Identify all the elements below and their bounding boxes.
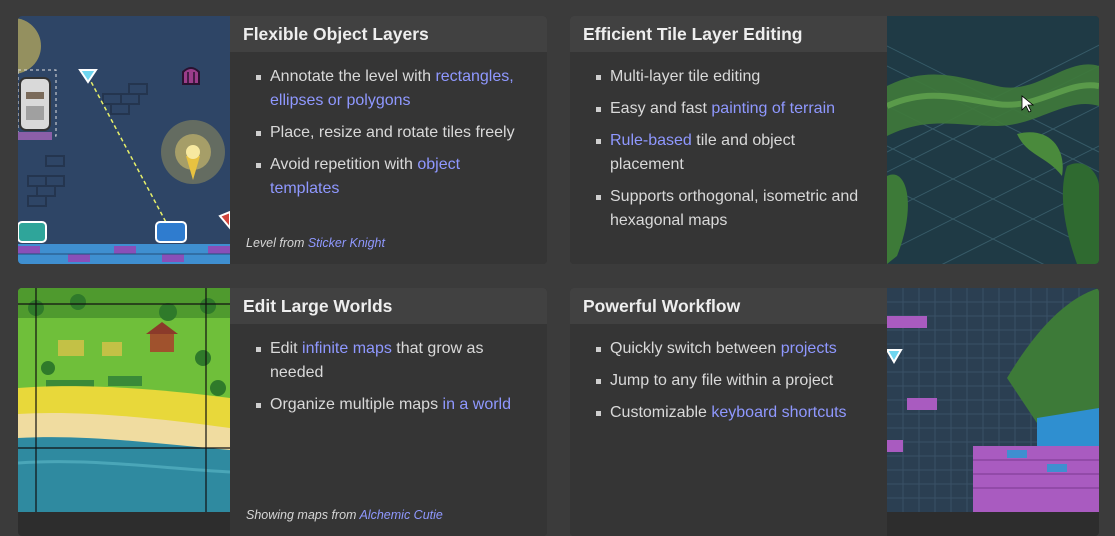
sticker-knight-link[interactable]: Sticker Knight	[308, 236, 385, 250]
card-title: Powerful Workflow	[570, 288, 887, 325]
alchemic-cutie-link[interactable]: Alchemic Cutie	[359, 508, 442, 522]
tile-grid-image	[887, 288, 1099, 536]
card-title: Edit Large Worlds	[230, 288, 547, 325]
door-icon	[182, 67, 200, 85]
feature-card-object-layers: Flexible Object Layers Annotate the leve…	[18, 16, 547, 264]
list-item: Place, resize and rotate tiles freely	[256, 121, 529, 145]
card-title: Efficient Tile Layer Editing	[570, 16, 887, 53]
in-a-world-link[interactable]: in a world	[443, 396, 511, 413]
keyboard-shortcuts-link[interactable]: keyboard shortcuts	[711, 404, 846, 421]
feature-list: Multi-layer tile editing Easy and fast p…	[570, 65, 887, 233]
list-item: Customizable keyboard shortcuts	[596, 401, 869, 425]
list-item: Quickly switch between projects	[596, 337, 869, 361]
isometric-map-image	[887, 16, 1099, 264]
infinite-maps-link[interactable]: infinite maps	[302, 340, 392, 357]
image-caption: Showing maps from Alchemic Cutie	[246, 508, 443, 522]
alchemic-cutie-world-image	[18, 288, 230, 536]
list-item: Multi-layer tile editing	[596, 65, 869, 89]
list-item: Jump to any file within a project	[596, 369, 869, 393]
list-item: Edit infinite maps that grow as needed	[256, 337, 529, 385]
image-caption: Level from Sticker Knight	[246, 236, 385, 250]
projects-link[interactable]: projects	[781, 340, 837, 357]
list-item: Rule-based tile and object placement	[596, 129, 869, 177]
feature-card-workflow: Powerful Workflow Quickly switch between…	[570, 288, 1099, 536]
feature-card-large-worlds: Edit Large Worlds Edit infinite maps tha…	[18, 288, 547, 536]
sticker-knight-level-image	[18, 16, 230, 264]
rule-based-link[interactable]: Rule-based	[610, 132, 692, 149]
list-item: Organize multiple maps in a world	[256, 393, 529, 417]
list-item: Avoid repetition with object templates	[256, 153, 529, 201]
list-item: Supports orthogonal, isometric and hexag…	[596, 185, 869, 233]
feature-text-panel: Efficient Tile Layer Editing Multi-layer…	[570, 16, 887, 264]
card-title: Flexible Object Layers	[230, 16, 547, 53]
feature-text-panel: Edit Large Worlds Edit infinite maps tha…	[230, 288, 547, 536]
list-item: Annotate the level with rectangles, elli…	[256, 65, 529, 113]
feature-card-tile-editing: Efficient Tile Layer Editing Multi-layer…	[570, 16, 1099, 264]
feature-text-panel: Powerful Workflow Quickly switch between…	[570, 288, 887, 536]
feature-list: Quickly switch between projects Jump to …	[570, 337, 887, 425]
feature-list: Edit infinite maps that grow as needed O…	[230, 337, 547, 417]
feature-list: Annotate the level with rectangles, elli…	[230, 65, 547, 201]
feature-text-panel: Flexible Object Layers Annotate the leve…	[230, 16, 547, 264]
list-item: Easy and fast painting of terrain	[596, 97, 869, 121]
painting-of-terrain-link[interactable]: painting of terrain	[711, 100, 835, 117]
